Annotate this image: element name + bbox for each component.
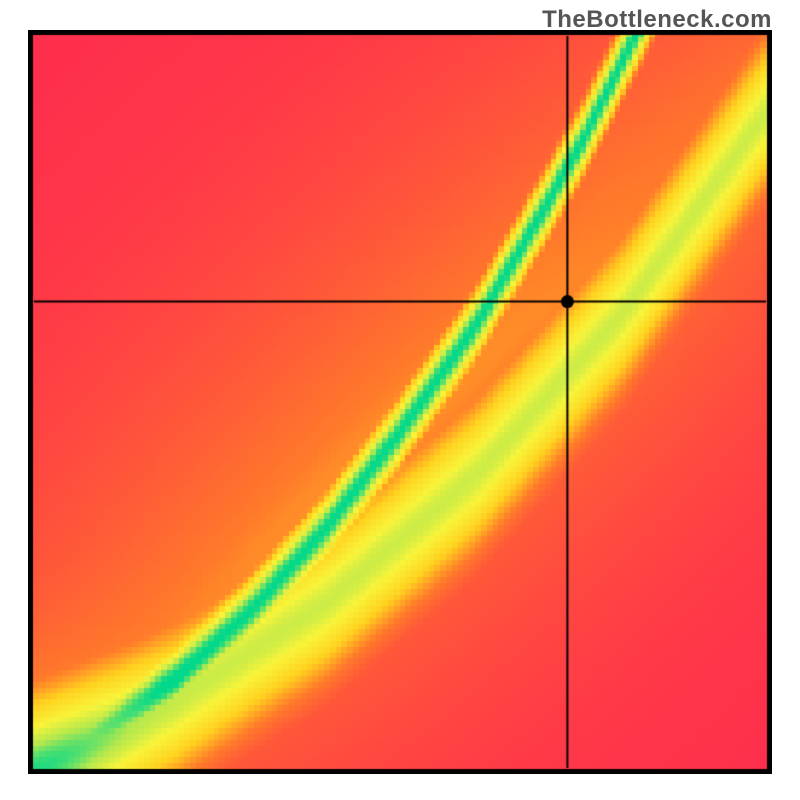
chart-container: TheBottleneck.com: [0, 0, 800, 800]
watermark-text: TheBottleneck.com: [542, 6, 772, 34]
heatmap-canvas: [28, 30, 772, 774]
plot-area: [28, 30, 772, 774]
